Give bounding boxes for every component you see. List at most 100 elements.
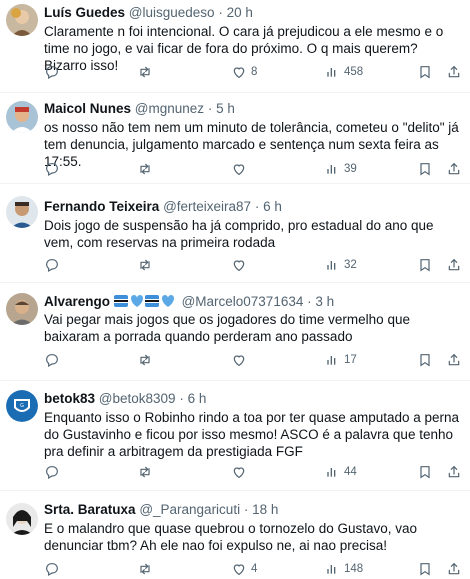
avatar[interactable] xyxy=(6,4,38,36)
tweet-header: Alvarengo @Marcelo07371634 · 3 h xyxy=(44,293,334,312)
reply-icon xyxy=(44,257,60,273)
retweet-button[interactable] xyxy=(137,464,157,480)
like-button[interactable] xyxy=(231,464,251,480)
share-button[interactable] xyxy=(446,161,462,177)
avatar[interactable] xyxy=(6,196,38,228)
like-icon xyxy=(231,561,247,577)
retweet-button[interactable] xyxy=(137,64,157,80)
avatar[interactable] xyxy=(6,503,38,535)
retweet-button[interactable] xyxy=(137,561,157,577)
reply-icon xyxy=(44,464,60,480)
views-button[interactable]: 39 xyxy=(324,161,357,177)
avatar[interactable] xyxy=(6,101,38,133)
separator-dot: · xyxy=(307,294,312,309)
timestamp[interactable]: 3 h xyxy=(315,294,334,309)
tweet-1[interactable]: Luís Guedes @luisguedeso · 20 h Claramen… xyxy=(0,0,470,92)
display-name[interactable]: Luís Guedes xyxy=(44,5,125,20)
avatar[interactable]: G xyxy=(6,390,38,422)
avatar[interactable] xyxy=(6,293,38,325)
separator-dot: · xyxy=(254,199,260,214)
views-button[interactable]: 458 xyxy=(324,64,363,80)
tweet-header: Fernando Teixeira @ferteixeira87 · 6 h xyxy=(44,198,282,215)
bookmark-button[interactable] xyxy=(417,352,433,368)
display-name[interactable]: betok83 xyxy=(44,391,95,406)
user-handle[interactable]: @betok8309 xyxy=(99,391,176,406)
like-button[interactable]: 4 xyxy=(231,561,257,577)
views-button[interactable]: 17 xyxy=(324,352,357,368)
share-icon xyxy=(446,561,462,577)
like-button[interactable]: 8 xyxy=(231,64,257,80)
bookmark-button[interactable] xyxy=(417,464,433,480)
share-button[interactable] xyxy=(446,64,462,80)
action-bar: 44 xyxy=(44,464,464,482)
user-handle[interactable]: @ferteixeira87 xyxy=(163,199,251,214)
views-icon xyxy=(324,561,340,577)
reply-button[interactable] xyxy=(44,64,64,80)
display-name[interactable]: Srta. Baratuxa xyxy=(44,502,136,517)
tweet-text: Enquanto isso o Robinho rindo a toa por … xyxy=(44,410,460,459)
tweet-5[interactable]: G betok83 @betok8309 · 6 h Enquanto isso… xyxy=(0,381,470,488)
like-button[interactable] xyxy=(231,352,251,368)
reply-button[interactable] xyxy=(44,352,64,368)
display-name[interactable]: Fernando Teixeira xyxy=(44,199,159,214)
retweet-icon xyxy=(137,161,153,177)
user-handle[interactable]: @mgnunez xyxy=(135,101,204,116)
user-handle[interactable]: @Marcelo07371634 xyxy=(182,294,304,309)
bookmark-icon xyxy=(417,561,433,577)
tweet-6[interactable]: Srta. Baratuxa @_Parangaricuti · 18 h E … xyxy=(0,491,470,577)
views-button[interactable]: 44 xyxy=(324,464,357,480)
display-name[interactable]: Maicol Nunes xyxy=(44,101,131,116)
display-name[interactable]: Alvarengo xyxy=(44,294,110,309)
like-icon xyxy=(231,464,247,480)
tweet-text: E o malandro que quase quebrou o tornoze… xyxy=(44,521,418,553)
share-button[interactable] xyxy=(446,561,462,577)
share-icon xyxy=(446,352,462,368)
views-button[interactable]: 32 xyxy=(324,257,357,273)
views-button[interactable]: 148 xyxy=(324,561,363,577)
user-handle[interactable]: @luisguedeso xyxy=(129,5,215,20)
like-icon xyxy=(231,257,247,273)
retweet-button[interactable] xyxy=(137,257,157,273)
like-icon xyxy=(231,161,247,177)
separator-dot: · xyxy=(243,502,249,517)
timestamp[interactable]: 5 h xyxy=(216,101,235,116)
views-icon xyxy=(324,161,340,177)
bookmark-icon xyxy=(417,64,433,80)
share-button[interactable] xyxy=(446,464,462,480)
user-handle[interactable]: @_Parangaricuti xyxy=(139,502,240,517)
tweet-header: Luís Guedes @luisguedeso · 20 h xyxy=(44,4,253,21)
separator-dot: · xyxy=(207,101,213,116)
timestamp[interactable]: 6 h xyxy=(188,391,207,406)
views-count: 44 xyxy=(344,466,357,478)
views-count: 32 xyxy=(344,259,357,271)
timestamp[interactable]: 18 h xyxy=(252,502,278,517)
retweet-button[interactable] xyxy=(137,161,157,177)
views-count: 148 xyxy=(344,563,364,575)
reply-button[interactable] xyxy=(44,464,64,480)
share-button[interactable] xyxy=(446,352,462,368)
like-button[interactable] xyxy=(231,257,251,273)
tweet-header: Maicol Nunes @mgnunez · 5 h xyxy=(44,100,235,117)
tweet-2[interactable]: Maicol Nunes @mgnunez · 5 h os nosso não… xyxy=(0,93,470,183)
retweet-button[interactable] xyxy=(137,352,157,368)
reply-button[interactable] xyxy=(44,561,64,577)
timestamp[interactable]: 6 h xyxy=(263,199,282,214)
timestamp[interactable]: 20 h xyxy=(227,5,253,20)
tweet-header: betok83 @betok8309 · 6 h xyxy=(44,390,206,407)
action-bar: 17 xyxy=(44,352,464,370)
retweet-icon xyxy=(137,561,153,577)
tweet-3[interactable]: Fernando Teixeira @ferteixeira87 · 6 h D… xyxy=(0,184,470,277)
bookmark-button[interactable] xyxy=(417,64,433,80)
reply-button[interactable] xyxy=(44,161,64,177)
retweet-icon xyxy=(137,464,153,480)
bookmark-button[interactable] xyxy=(417,257,433,273)
retweet-icon xyxy=(137,257,153,273)
share-button[interactable] xyxy=(446,257,462,273)
reply-button[interactable] xyxy=(44,257,64,273)
like-button[interactable] xyxy=(231,161,251,177)
tweet-text: Vai pegar mais jogos que os jogadores do… xyxy=(44,312,410,344)
bookmark-button[interactable] xyxy=(417,561,433,577)
bookmark-button[interactable] xyxy=(417,161,433,177)
tweet-4[interactable]: Alvarengo @Marcelo07371634 · 3 h Vai peg… xyxy=(0,283,470,379)
reply-icon xyxy=(44,561,60,577)
